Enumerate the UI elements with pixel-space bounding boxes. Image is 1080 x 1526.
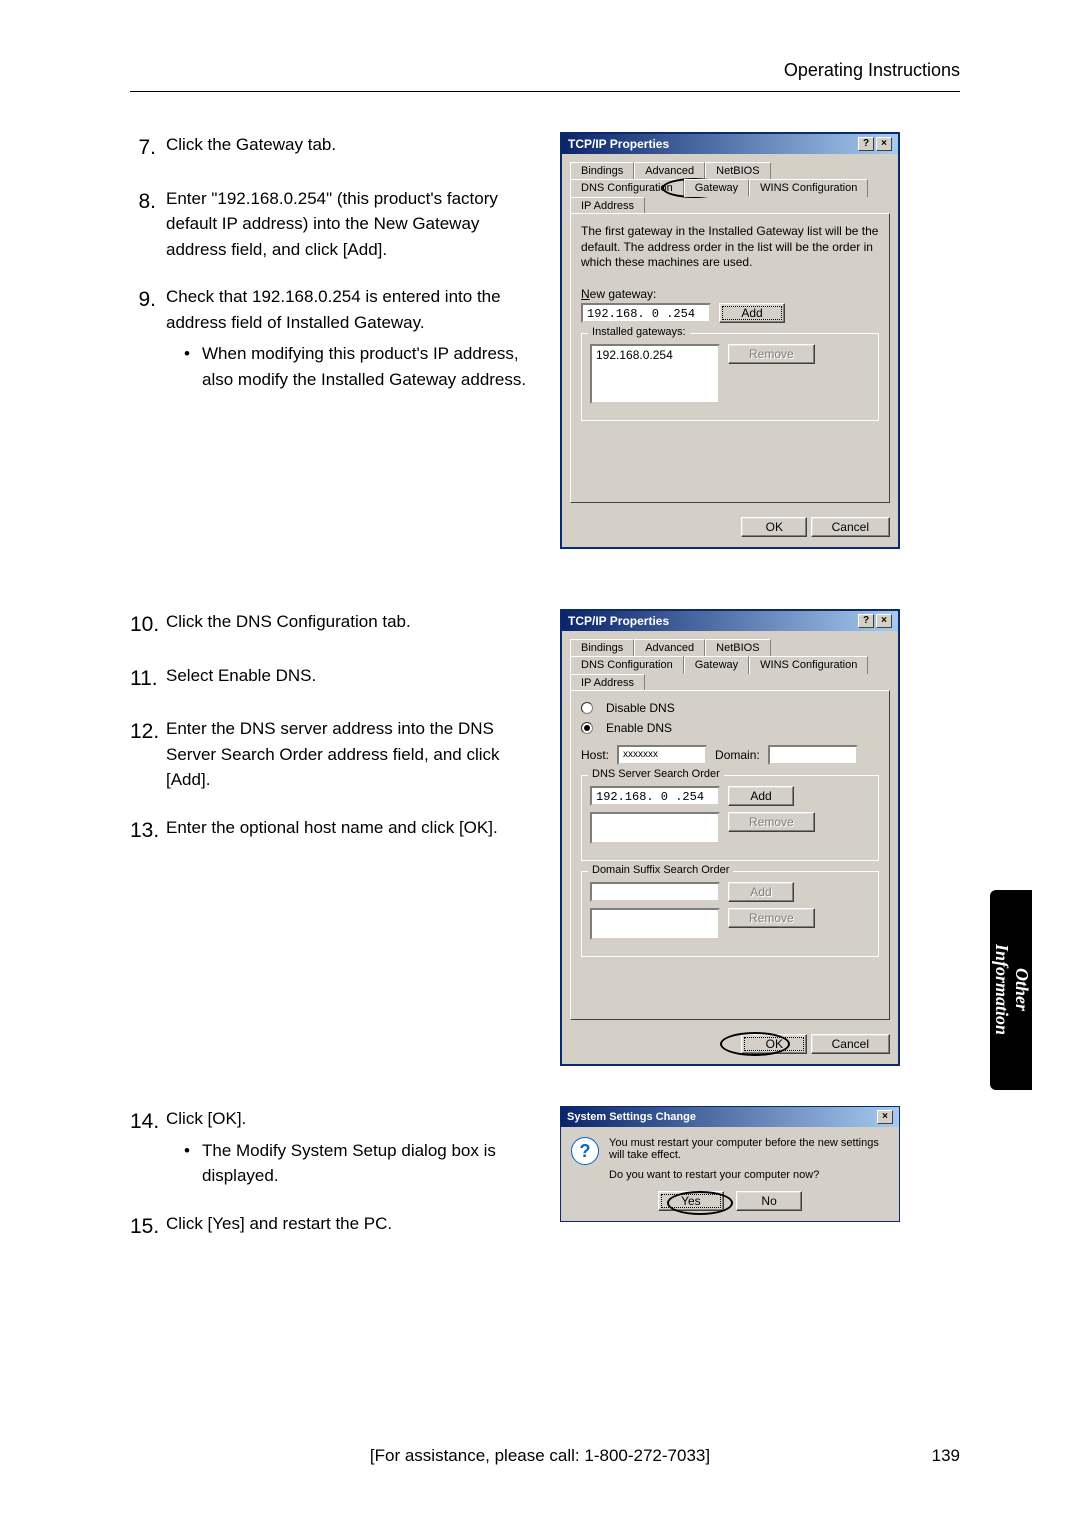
- close-icon[interactable]: ×: [877, 1110, 893, 1124]
- disable-dns-radio[interactable]: Disable DNS: [581, 701, 879, 715]
- tab-wins-config[interactable]: WINS Configuration: [749, 656, 868, 674]
- step-14: 14. Click [OK]. • The Modify System Setu…: [130, 1106, 530, 1189]
- dns-remove-button[interactable]: Remove: [728, 812, 815, 832]
- suffix-list[interactable]: [590, 908, 720, 940]
- remove-button[interactable]: Remove: [728, 344, 815, 364]
- restart-message-1: You must restart your computer before th…: [609, 1137, 889, 1161]
- new-gateway-label: New gateway:: [581, 287, 879, 301]
- section-tab: OtherInformation: [990, 890, 1032, 1090]
- ok-button[interactable]: OK: [741, 517, 807, 537]
- tab-bindings[interactable]: Bindings: [570, 639, 634, 656]
- suffix-input[interactable]: [590, 882, 720, 902]
- domain-label: Domain:: [715, 748, 760, 762]
- step-11: 11. Select Enable DNS.: [130, 663, 530, 695]
- dns-server-input[interactable]: 192.168. 0 .254: [590, 786, 720, 806]
- step-9: 9. Check that 192.168.0.254 is entered i…: [130, 284, 530, 392]
- dialog-title: System Settings Change: [567, 1111, 696, 1123]
- page-header: Operating Instructions: [130, 60, 960, 91]
- cancel-button[interactable]: Cancel: [811, 517, 890, 537]
- add-button[interactable]: Add: [719, 303, 785, 323]
- step-12: 12. Enter the DNS server address into th…: [130, 716, 530, 793]
- tab-netbios[interactable]: NetBIOS: [705, 162, 770, 179]
- tab-netbios[interactable]: NetBIOS: [705, 639, 770, 656]
- cancel-button[interactable]: Cancel: [811, 1034, 890, 1054]
- no-button[interactable]: No: [736, 1191, 802, 1211]
- dialog-title: TCP/IP Properties: [568, 137, 669, 151]
- tab-dns-config[interactable]: DNS Configuration: [570, 656, 684, 674]
- domain-suffix-label: Domain Suffix Search Order: [588, 864, 733, 876]
- tcpip-gateway-dialog: TCP/IP Properties ? × Bindings Advanced …: [560, 132, 900, 549]
- installed-gateways-label: Installed gateways:: [588, 326, 690, 338]
- footer-assistance: [For assistance, please call: 1-800-272-…: [370, 1446, 710, 1465]
- dialog-title: TCP/IP Properties: [568, 614, 669, 628]
- help-icon[interactable]: ?: [858, 137, 874, 151]
- tab-gateway[interactable]: Gateway: [684, 179, 749, 197]
- new-gateway-input[interactable]: 192.168. 0 .254: [581, 303, 711, 323]
- installed-gateways-list[interactable]: 192.168.0.254: [590, 344, 720, 404]
- restart-message-2: Do you want to restart your computer now…: [609, 1169, 889, 1181]
- enable-dns-radio[interactable]: Enable DNS: [581, 721, 879, 735]
- help-icon[interactable]: ?: [858, 614, 874, 628]
- question-icon: ?: [571, 1137, 599, 1165]
- tcpip-dns-dialog: TCP/IP Properties ? × Bindings Advanced …: [560, 609, 900, 1066]
- yes-button[interactable]: Yes: [658, 1191, 724, 1211]
- tab-wins-config[interactable]: WINS Configuration: [749, 179, 868, 197]
- host-input[interactable]: xxxxxxx: [617, 745, 707, 765]
- step-7: 7. Click the Gateway tab.: [130, 132, 530, 164]
- step-8: 8. Enter "192.168.0.254" (this product's…: [130, 186, 530, 263]
- tab-ip-address[interactable]: IP Address: [570, 674, 645, 691]
- host-label: Host:: [581, 748, 609, 762]
- suffix-add-button[interactable]: Add: [728, 882, 794, 902]
- step-10: 10. Click the DNS Configuration tab.: [130, 609, 530, 641]
- tab-dns-config[interactable]: DNS Configuration: [570, 179, 684, 197]
- tab-advanced[interactable]: Advanced: [634, 162, 705, 179]
- tab-ip-address[interactable]: IP Address: [570, 197, 645, 214]
- ok-button[interactable]: OK: [741, 1034, 807, 1054]
- header-rule: [130, 91, 960, 92]
- tab-bindings[interactable]: Bindings: [570, 162, 634, 179]
- tab-gateway[interactable]: Gateway: [684, 656, 749, 674]
- tab-advanced[interactable]: Advanced: [634, 639, 705, 656]
- dns-add-button[interactable]: Add: [728, 786, 794, 806]
- step-13: 13. Enter the optional host name and cli…: [130, 815, 530, 847]
- system-settings-dialog: System Settings Change × ? You must rest…: [560, 1106, 900, 1222]
- step-15: 15. Click [Yes] and restart the PC.: [130, 1211, 530, 1243]
- dns-search-order-label: DNS Server Search Order: [588, 768, 724, 780]
- domain-input[interactable]: [768, 745, 858, 765]
- page-number: 139: [932, 1446, 960, 1466]
- close-icon[interactable]: ×: [876, 137, 892, 151]
- suffix-remove-button[interactable]: Remove: [728, 908, 815, 928]
- close-icon[interactable]: ×: [876, 614, 892, 628]
- dns-server-list[interactable]: [590, 812, 720, 844]
- gateway-info-text: The first gateway in the Installed Gatew…: [581, 224, 879, 271]
